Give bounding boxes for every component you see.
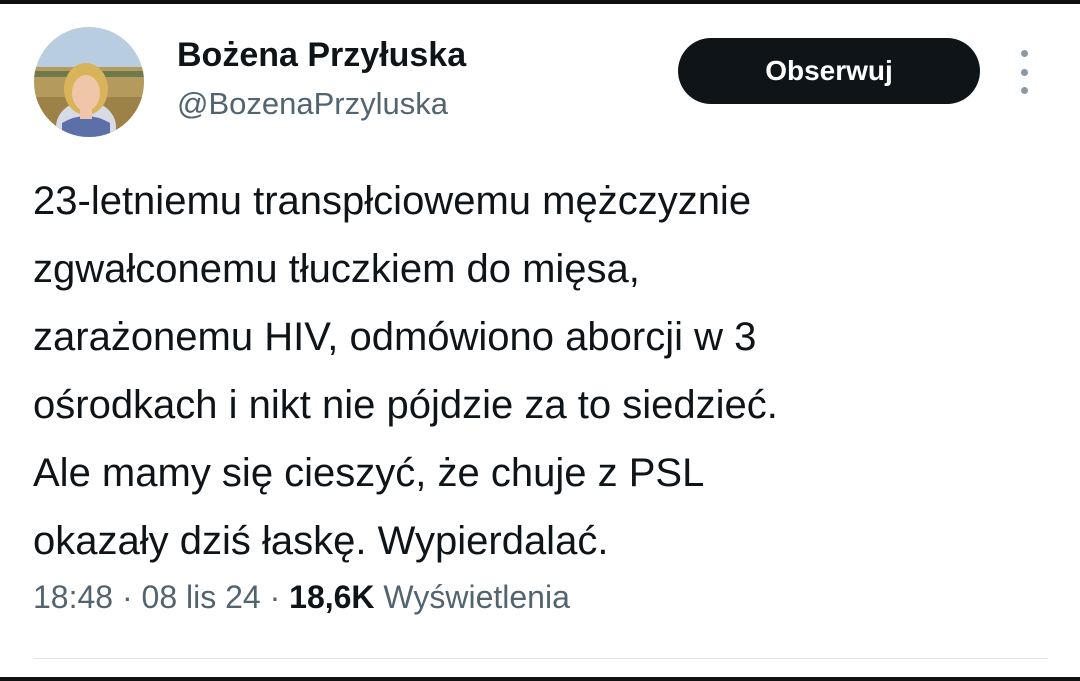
tweet-line: 23-letniemu transpłciowemu mężczyznie bbox=[33, 179, 752, 223]
tweet-time[interactable]: 18:48 bbox=[33, 579, 113, 615]
avatar-photo bbox=[34, 27, 144, 137]
tweet-text: 23-letniemu transpłciowemu mężczyznie zg… bbox=[33, 167, 1053, 575]
author-display-name[interactable]: Bożena Przyłuska bbox=[177, 36, 466, 75]
divider bbox=[33, 658, 1048, 659]
tweet-date[interactable]: 08 lis 24 bbox=[142, 579, 261, 615]
tweet-line: Ale mamy się cieszyć, że chuje z PSL bbox=[33, 451, 705, 495]
tweet-metadata: 18:48 · 08 lis 24 · 18,6K Wyświetlenia bbox=[33, 579, 570, 616]
tweet-line: ośrodkach i nikt nie pójdzie za to siedz… bbox=[33, 383, 778, 427]
vertical-ellipsis-icon[interactable] bbox=[1010, 50, 1038, 94]
ellipsis-dot bbox=[1020, 68, 1028, 76]
ellipsis-dot bbox=[1020, 50, 1028, 57]
ellipsis-dot bbox=[1020, 87, 1028, 94]
meta-separator: · bbox=[260, 579, 290, 615]
avatar[interactable] bbox=[34, 27, 144, 137]
views-label: Wyświetlenia bbox=[383, 579, 570, 615]
author-handle[interactable]: @BozenaPrzyluska bbox=[177, 86, 448, 122]
follow-button[interactable]: Obserwuj bbox=[678, 38, 980, 104]
tweet-line: zgwałconemu tłuczkiem do mięsa, bbox=[33, 247, 640, 291]
views-count[interactable]: 18,6K bbox=[289, 579, 374, 615]
tweet-line: zarażonemu HIV, odmówiono aborcji w 3 bbox=[33, 315, 757, 359]
meta-separator: · bbox=[113, 579, 142, 615]
bottom-frame-edge bbox=[0, 677, 1080, 681]
top-frame-edge bbox=[0, 0, 1080, 4]
tweet-line: okazały dziś łaskę. Wypierdalać. bbox=[33, 519, 609, 563]
